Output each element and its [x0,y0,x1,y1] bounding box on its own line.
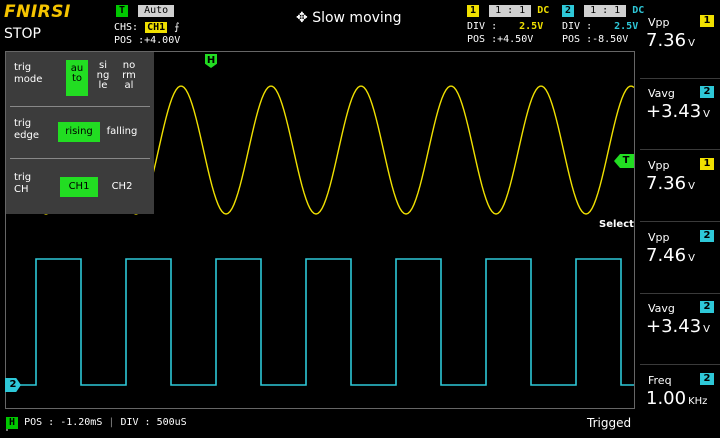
trigger-pos-value: +4.00V [144,35,181,46]
measurement-value: 7.36 [646,30,687,51]
measurement-unit: V [688,38,695,49]
measurement-unit: KHz [688,396,708,407]
ch1-badge: 1 [467,5,480,17]
trig-mode-auto[interactable]: au to [66,60,88,96]
measurement-channel-badge: 1 [700,158,714,170]
measurement-name: Vavg [648,302,675,315]
menu-divider [10,158,150,159]
ch1-div-label: DIV : [467,21,498,32]
ch1-probe: 1 : 1 [489,5,532,17]
measurement-value-row: 7.36 V [646,173,695,194]
measurement-unit: V [688,181,695,192]
ch2-waveform [6,258,634,386]
trig-mode-single[interactable]: si ng le [92,60,114,96]
trig-ch-ch1[interactable]: CH1 [60,177,98,197]
trig-ch-ch2[interactable]: CH2 [106,177,138,197]
bottom-bar: H POS : -1.20mS | DIV : 500uS Trigged [0,414,720,433]
timebase-pos-value: -1.20mS [60,417,103,428]
timebase-pos-label: POS : [24,417,55,428]
measurement-value: +3.43 [646,101,702,122]
measurement-value-row: 7.46 V [646,245,695,266]
timebase-div-label: DIV : [120,417,151,428]
trigger-edge-icon: ⨍ [174,22,180,33]
chs-label: CHS: [114,22,139,33]
separator: | [108,417,115,428]
ch1-div-value: 2.5V [519,21,544,32]
select-label[interactable]: Select [599,219,634,230]
timebase-badge: H [6,417,19,429]
measurement-channel-badge: 2 [700,373,714,385]
panel-divider [640,78,720,79]
measurement-channel-badge: 1 [700,15,714,27]
measurement-value-row: +3.43 V [646,316,710,337]
trig-mode-normal[interactable]: no rm al [118,60,140,96]
measurement-slot[interactable]: Vpp 1 7.36 V [640,12,720,80]
measurement-value: 1.00 [646,388,687,409]
measurement-channel-badge: 2 [700,301,714,313]
ch2-badge: 2 [562,5,575,17]
menu-divider [10,106,150,107]
measurement-value-row: 1.00 KHz [646,388,707,409]
measurement-unit: V [688,253,695,264]
ch1-pos-label: POS : [467,34,498,45]
measurement-name: Vpp [648,159,670,172]
measurement-unit: V [703,324,711,335]
run-state[interactable]: STOP [4,26,41,42]
trig-edge-rising[interactable]: rising [58,122,100,142]
ch2-pos-row: POS :-8.50V [562,34,628,45]
ch1-pos-value: +4.50V [497,34,534,45]
trigger-mode-row[interactable]: T Auto [116,5,175,17]
center-title-text: Slow moving [312,10,402,26]
trigger-source[interactable]: CH1 [144,21,169,34]
ch1-coupling: DC [537,5,550,16]
measurement-name: Vpp [648,231,670,244]
measurement-value: +3.43 [646,316,702,337]
timebase-div-value: 500uS [156,417,187,428]
measurement-value-row: +3.43 V [646,101,710,122]
measurement-slot[interactable]: Vpp 1 7.36 V [640,155,720,223]
panel-divider [640,293,720,294]
ch2-pos-label: POS : [562,34,593,45]
panel-divider [640,149,720,150]
move-icon: ✥ [296,10,308,26]
trig-ch-label: trig CH [14,172,32,195]
measurement-name: Freq [648,374,672,387]
ch2-header[interactable]: 2 1 : 1 DC [562,5,644,17]
trigger-source-row: CHS: CH1 ⨍ [114,21,179,34]
timebase-row[interactable]: H POS : -1.20mS | DIV : 500uS [6,417,187,429]
trigger-menu: trig mode au to si ng le no rm al trig e… [6,52,154,214]
trigger-status: Trigged [587,416,632,430]
measurement-channel-badge: 2 [700,230,714,242]
measurement-slot[interactable]: Vavg 2 +3.43 V [640,83,720,151]
trig-mode-label: trig mode [14,62,43,85]
measurement-slot[interactable]: Vpp 2 7.46 V [640,227,720,295]
center-title[interactable]: ✥ Slow moving [296,10,402,26]
brand-logo: FNIRSI [4,2,71,22]
measurement-channel-badge: 2 [700,86,714,98]
trigger-badge: T [116,5,129,17]
measurement-slot[interactable]: Vavg 2 +3.43 V [640,298,720,366]
ch1-div-row: DIV : 2.5V [467,21,543,32]
panel-divider [640,364,720,365]
ch2-div-value: 2.5V [614,21,639,32]
measurement-value-row: 7.36 V [646,30,695,51]
panel-divider [640,221,720,222]
trigger-mode[interactable]: Auto [138,5,175,17]
ch1-pos-row: POS :+4.50V [467,34,533,45]
ch2-pos-value: -8.50V [592,34,629,45]
measurement-unit: V [703,109,711,120]
trigger-pos-label: POS : [114,35,145,46]
measurement-value: 7.46 [646,245,687,266]
ch1-header[interactable]: 1 1 : 1 DC [467,5,549,17]
trig-edge-label: trig edge [14,118,39,141]
ch2-probe: 1 : 1 [584,5,627,17]
trig-edge-falling[interactable]: falling [102,122,142,142]
measurement-name: Vpp [648,16,670,29]
measurement-value: 7.36 [646,173,687,194]
ch2-div-label: DIV : [562,21,593,32]
measurement-name: Vavg [648,87,675,100]
ch2-div-row: DIV : 2.5V [562,21,638,32]
trigger-pos-row: POS :+4.00V [114,35,180,46]
